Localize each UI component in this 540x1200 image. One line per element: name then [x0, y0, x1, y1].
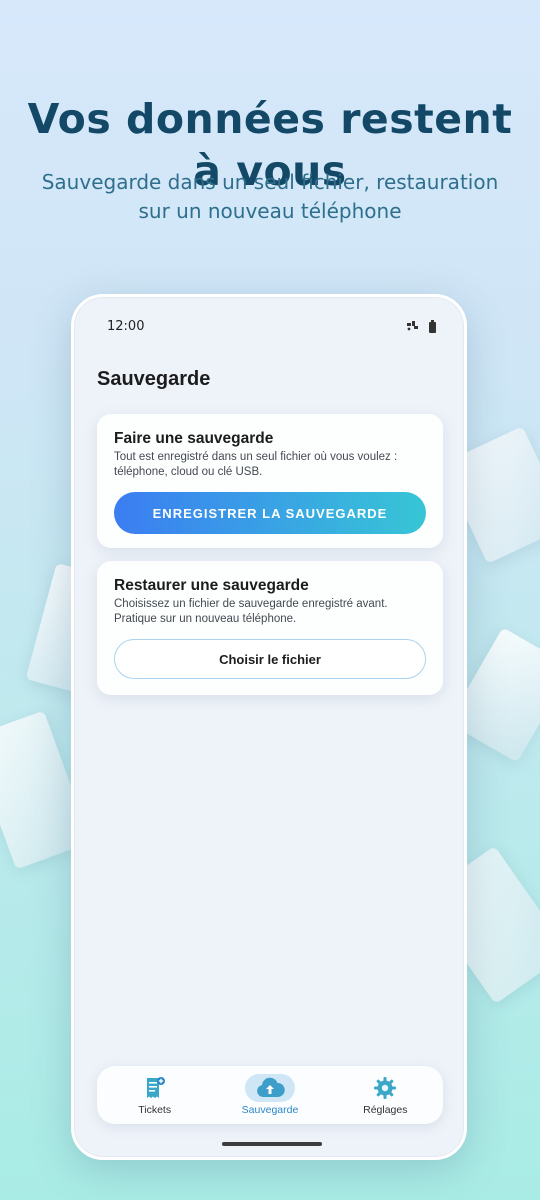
- choose-file-button[interactable]: Choisir le fichier: [114, 639, 426, 679]
- battery-icon: [429, 319, 436, 333]
- nav-label-tickets: Tickets: [138, 1104, 172, 1116]
- restore-card-title: Restaurer une sauvegarde: [114, 577, 309, 594]
- nav-label-backup: Sauvegarde: [241, 1104, 299, 1116]
- bottom-navigation: Tickets Sauvegarde Réglages: [97, 1066, 443, 1124]
- restore-card-description: Choisissez un fichier de sauvegarde enre…: [114, 598, 388, 625]
- receipt-icon: [130, 1074, 180, 1102]
- nav-label-settings: Réglages: [363, 1104, 408, 1116]
- screen-title: Sauvegarde: [97, 368, 211, 390]
- backup-card-title: Faire une sauvegarde: [114, 430, 274, 447]
- backup-card: Faire une sauvegarde Tout est enregistré…: [97, 414, 443, 548]
- nav-item-backup[interactable]: Sauvegarde: [212, 1066, 327, 1124]
- phone-mockup: 12:00 Sauvegarde Faire une sauvegarde To…: [71, 294, 467, 1160]
- restore-card: Restaurer une sauvegarde Choisissez un f…: [97, 561, 443, 695]
- nav-item-settings[interactable]: Réglages: [328, 1066, 443, 1124]
- status-icons: [406, 319, 436, 334]
- cloud-upload-icon: [244, 1074, 295, 1102]
- home-indicator: [222, 1142, 322, 1146]
- nav-item-tickets[interactable]: Tickets: [97, 1066, 212, 1124]
- status-time: 12:00: [107, 319, 145, 334]
- hero-subtitle: Sauvegarde dans un seul fichier, restaur…: [41, 170, 499, 223]
- save-backup-button[interactable]: ENREGISTRER LA SAUVEGARDE: [114, 492, 426, 534]
- gear-icon: [360, 1074, 410, 1102]
- satellite-icon: [406, 320, 419, 334]
- backup-card-description: Tout est enregistré dans un seul fichier…: [114, 451, 398, 478]
